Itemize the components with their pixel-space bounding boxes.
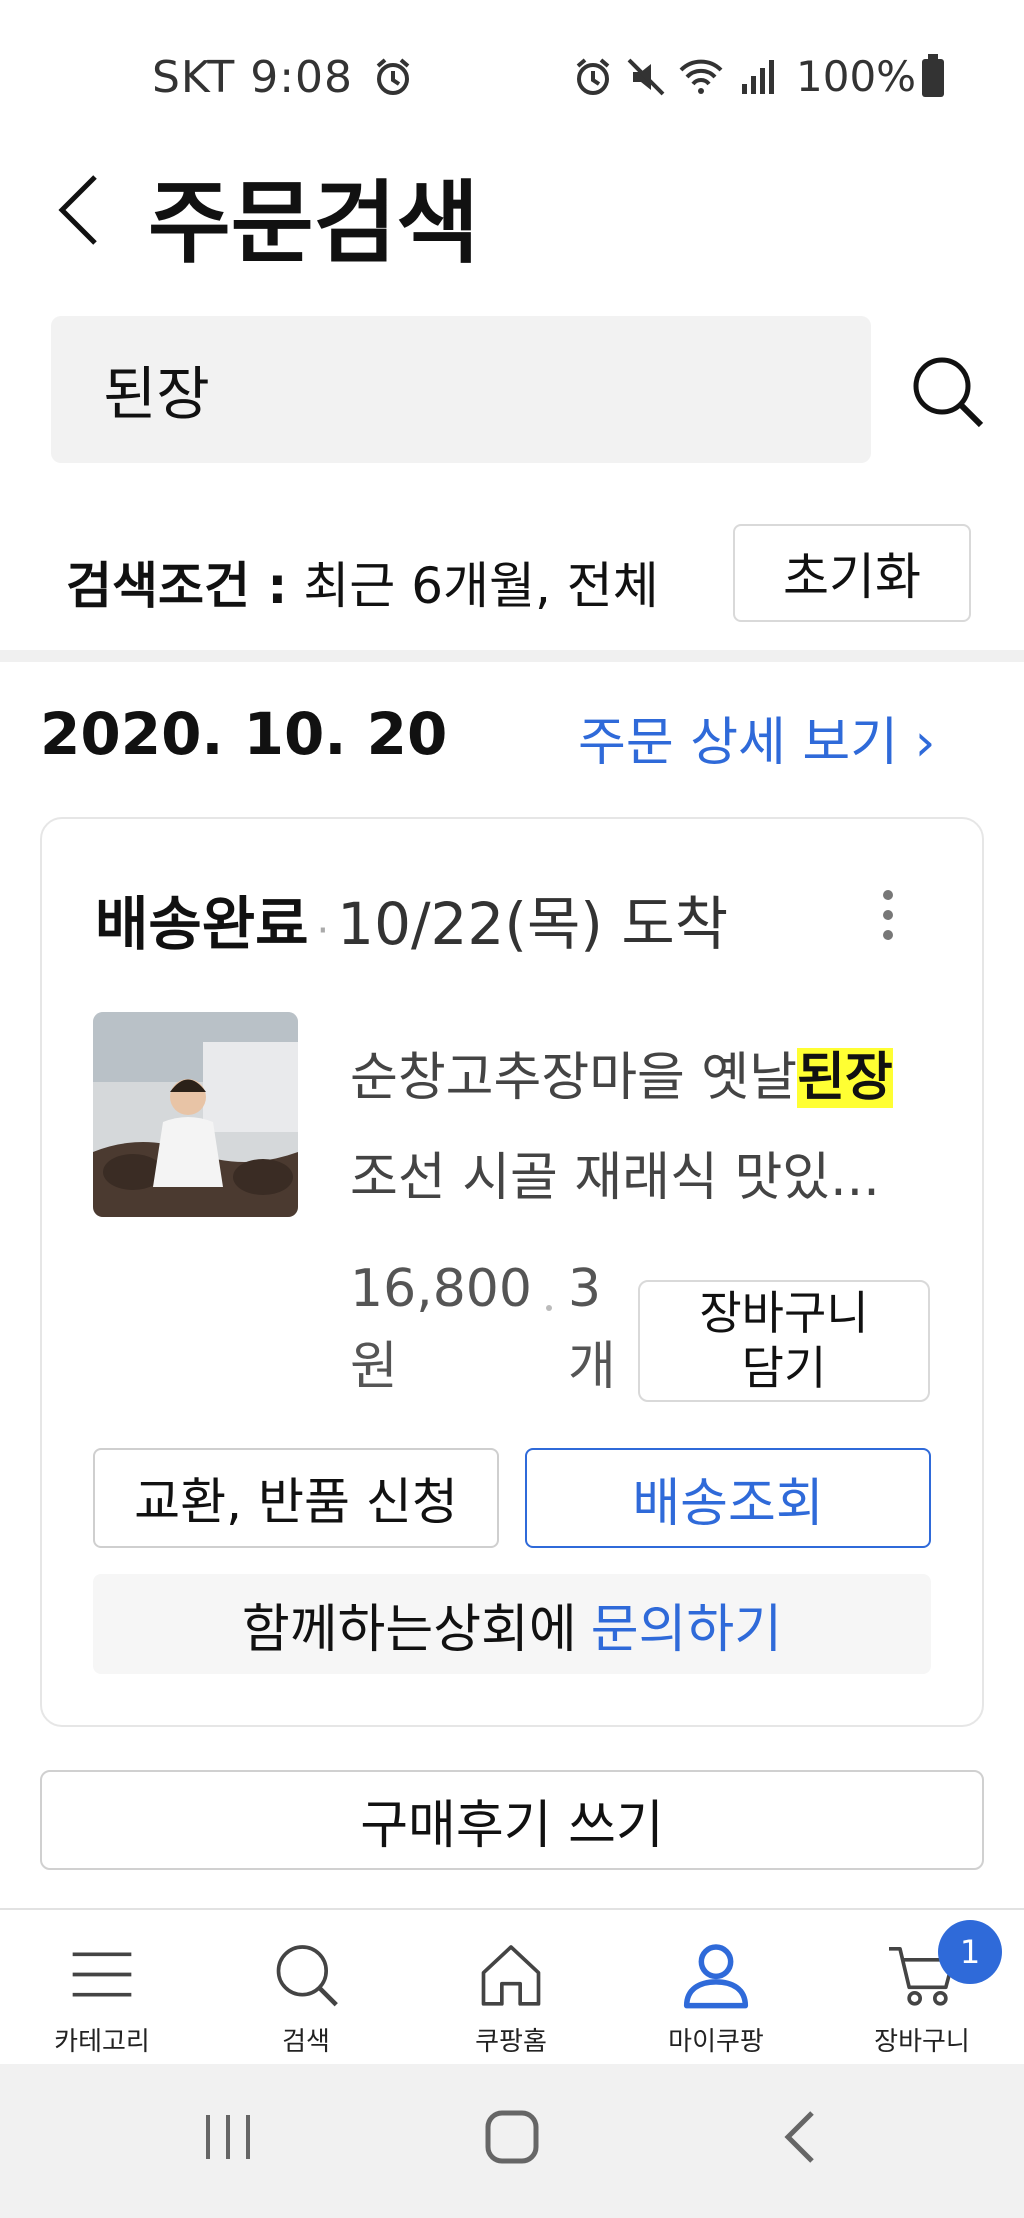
seller-inquiry: 함께하는상회에 문의하기: [93, 1574, 931, 1674]
nav-label: 카테고리: [54, 2027, 150, 2057]
arrival-date: 10/22(목) 도착: [337, 890, 729, 958]
product-thumbnail[interactable]: [93, 1012, 298, 1217]
alarm-icon: [372, 56, 414, 102]
product-price: 16,800 원: [350, 1250, 532, 1406]
back-system-button[interactable]: [776, 2109, 826, 2169]
add-to-cart-button[interactable]: 장바구니 담기: [638, 1280, 930, 1402]
nav-category[interactable]: 카테고리: [12, 1918, 192, 2058]
nav-my-coupang[interactable]: 마이쿠팡: [626, 1918, 806, 2058]
nav-label: 검색: [282, 2027, 330, 2057]
page-title: 주문검색: [148, 171, 480, 276]
order-date: 2020. 10. 20: [40, 700, 448, 768]
seller-name: 함께하는상회에: [241, 1599, 577, 1660]
reset-button[interactable]: 초기화: [733, 524, 971, 622]
product-name-line2: 조선 시골 재래식 맛있...: [350, 1148, 880, 1208]
condition-label: 검색조건 :: [66, 557, 288, 615]
signal-icon: [738, 56, 780, 102]
cart-button-line2: 담기: [741, 1341, 827, 1395]
user-icon: [683, 1944, 749, 2009]
battery-icon: [920, 54, 946, 102]
product-name-prefix: 순창고추장마을 옛날: [350, 1048, 798, 1108]
nav-label: 장바구니: [874, 2027, 970, 2057]
nav-label: 쿠팡홈: [475, 2027, 547, 2057]
order-detail-link[interactable]: 주문 상세 보기 ›: [578, 700, 935, 775]
price-unit: 원: [350, 1337, 398, 1397]
battery-percent: 100%: [796, 52, 917, 101]
cart-button-line1: 장바구니: [699, 1286, 869, 1340]
status-bar: SKT 9:08 100%: [0, 0, 1024, 150]
menu-icon: [72, 1952, 132, 1997]
recent-apps-button[interactable]: [200, 2109, 256, 2169]
quantity-unit: 개: [568, 1337, 616, 1397]
separator-dot: [546, 1305, 552, 1311]
chevron-left-icon: [58, 175, 97, 245]
carrier-time: SKT 9:08: [152, 52, 354, 103]
search-icon: [276, 1945, 338, 2007]
mute-icon: [625, 56, 667, 102]
more-vertical-icon: [883, 890, 893, 940]
search-button[interactable]: [908, 352, 988, 432]
nav-home[interactable]: 쿠팡홈: [421, 1918, 601, 2058]
nav-search[interactable]: 검색: [216, 1918, 396, 2058]
wifi-icon: [678, 56, 724, 102]
write-review-button[interactable]: 구매후기 쓰기: [40, 1770, 984, 1870]
condition-value: 최근 6개월, 전체: [303, 557, 659, 615]
home-system-button[interactable]: [482, 2109, 542, 2169]
search-condition: 검색조건 : 최근 6개월, 전체: [66, 546, 659, 618]
search-icon: [913, 357, 984, 428]
price-amount: 16,800: [350, 1259, 532, 1319]
recent-apps-icon: [206, 2115, 250, 2159]
alarm-icon: [572, 56, 614, 102]
quantity-value: 3: [568, 1259, 602, 1319]
divider: [0, 650, 1024, 662]
separator-dot: ·: [316, 908, 330, 954]
nav-label: 마이쿠팡: [668, 2027, 764, 2057]
delivery-status: 배송완료 · 10/22(목) 도착: [95, 877, 728, 961]
track-delivery-button[interactable]: 배송조회: [525, 1448, 931, 1548]
back-system-icon: [784, 2111, 814, 2163]
exchange-return-button[interactable]: 교환, 반품 신청: [93, 1448, 499, 1548]
product-quantity: 3 개: [568, 1250, 616, 1406]
home-icon: [481, 1945, 541, 2006]
system-nav-bar: [0, 2064, 1024, 2218]
home-system-icon: [485, 2110, 539, 2164]
more-options-button[interactable]: [870, 885, 906, 945]
cart-count-badge: 1: [938, 1920, 1002, 1984]
product-name[interactable]: 순창고추장마을 옛날된장 조선 시골 재래식 맛있...: [350, 1028, 950, 1228]
status-badge: 배송완료: [95, 890, 309, 958]
keyword-highlight: 된장: [797, 1048, 893, 1108]
inquiry-link[interactable]: 문의하기: [591, 1587, 782, 1662]
search-query[interactable]: 된장: [103, 347, 210, 431]
back-button[interactable]: [50, 165, 120, 255]
